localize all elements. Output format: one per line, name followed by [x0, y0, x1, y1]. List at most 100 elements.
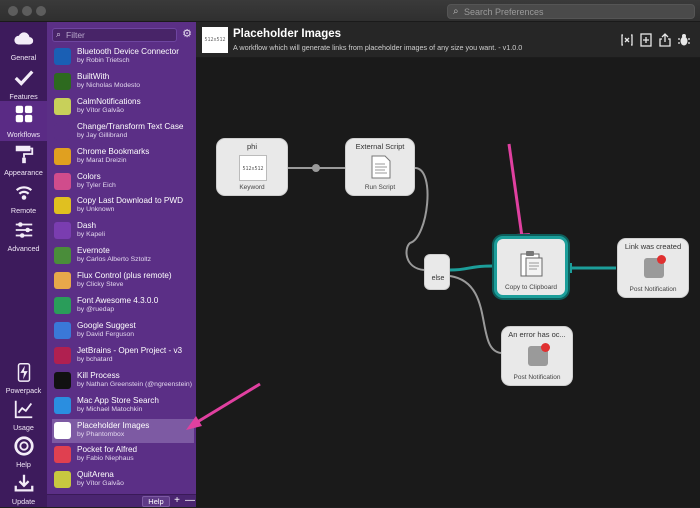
connection-dot[interactable]: [312, 164, 320, 172]
workflow-list-item[interactable]: CalmNotifications by Vítor Galvão: [52, 95, 194, 119]
gear-icon[interactable]: ⚙: [181, 28, 193, 40]
workflow-icon: [54, 222, 71, 240]
workflow-name: Change/Transform Text Case: [77, 121, 184, 131]
workflow-list-item[interactable]: Copy Last Download to PWD by Unknown: [52, 194, 194, 218]
workflow-author: by Michael Matochkin: [77, 405, 143, 413]
zoom-window-button[interactable]: [36, 6, 46, 16]
close-window-button[interactable]: [8, 6, 18, 16]
variables-icon[interactable]: [620, 33, 634, 47]
download-icon: [14, 474, 33, 492]
nav-appearance[interactable]: Appearance: [0, 141, 47, 179]
list-footer: Help + —: [47, 494, 196, 507]
minimize-window-button[interactable]: [22, 6, 32, 16]
workflow-name: Font Awesome 4.3.0.0: [77, 296, 159, 305]
copy-to-clipboard-node[interactable]: Copy to Clipboard: [494, 236, 568, 298]
lifebuoy-icon: [13, 436, 34, 456]
notification-error-node[interactable]: An error has oc... Post Notification: [501, 326, 573, 386]
workflow-list-item[interactable]: Pocket for Alfred by Fabio Niephaus: [52, 443, 194, 467]
notification-success-node[interactable]: Link was created Post Notification: [617, 238, 689, 298]
nav-usage[interactable]: Usage: [0, 396, 47, 434]
workflow-name: Evernote: [77, 246, 110, 256]
search-preferences-input[interactable]: [464, 5, 690, 18]
nav-advanced[interactable]: Advanced: [0, 217, 47, 255]
workflow-name: QuitArena: [77, 470, 114, 480]
clipboard-icon: [520, 251, 543, 277]
notification-success-type: Post Notification: [629, 286, 677, 293]
nav-features[interactable]: Features: [0, 65, 47, 103]
nav-help[interactable]: Help: [0, 433, 47, 471]
workflow-icon: [54, 48, 71, 65]
nav-remote[interactable]: Remote: [0, 179, 47, 217]
workflow-author: by Unknown: [77, 206, 115, 214]
help-button[interactable]: Help: [142, 496, 170, 507]
workflow-list-item[interactable]: QuitArena by Vítor Galvão: [52, 468, 194, 492]
workflow-name: CalmNotifications: [77, 96, 141, 106]
workflow-icon: [54, 396, 71, 414]
workflow-list-item[interactable]: Mac App Store Search by Michael Matochkin: [52, 394, 194, 418]
debug-bug-icon[interactable]: [677, 33, 691, 47]
workflow-name: Copy Last Download to PWD: [77, 196, 184, 206]
workflow-list-item[interactable]: Placeholder Images by Phantombox: [52, 418, 194, 443]
workflow-icon: [54, 97, 71, 115]
workflow-author: by Fabio Niephaus: [77, 455, 134, 463]
script-document-icon: [371, 155, 391, 179]
workflow-icon: [54, 197, 71, 215]
workflow-name: Mac App Store Search: [77, 395, 159, 405]
workflow-list-item[interactable]: Font Awesome 4.3.0.0 by @ruedap: [52, 294, 194, 318]
workflow-author: by Kapeli: [77, 231, 105, 239]
workflow-name: Placeholder Images: [77, 420, 150, 430]
workflow-list-item[interactable]: Bluetooth Device Connector by Robin Triet…: [52, 45, 194, 69]
add-workflow-button[interactable]: +: [171, 496, 183, 507]
remove-workflow-button[interactable]: —: [184, 496, 196, 507]
keyword-type: Keyword: [239, 184, 265, 191]
nav-label: Usage: [13, 423, 34, 432]
nav-label: Appearance: [4, 168, 43, 177]
grid-icon: [15, 105, 32, 123]
share-icon[interactable]: [658, 33, 672, 47]
workflow-list-item[interactable]: JetBrains - Open Project - v3 by bchatard: [52, 344, 194, 368]
nav-workflows[interactable]: Workflows: [0, 101, 47, 141]
copy-type: Copy to Clipboard: [504, 284, 558, 291]
workflow-list-item[interactable]: Kill Process by Nathan Greenstein (@ngree…: [52, 369, 194, 393]
workflow-name: Flux Control (plus remote): [77, 271, 172, 281]
workflow-list-panel: ⌕ ⚙ Bluetooth Device Connectorby Robin T…: [47, 22, 196, 507]
search-preferences-field[interactable]: ⌕: [447, 4, 695, 19]
nav-update[interactable]: Update: [0, 470, 47, 508]
workflow-list-item[interactable]: Evernote by Carlos Alberto Sztoltz: [52, 244, 194, 268]
run-script-node[interactable]: External Script Run Script: [345, 138, 415, 196]
workflow-author: by Jay Gillibrand: [77, 131, 128, 139]
workflow-list-item[interactable]: Colors by Tyler Eich: [52, 170, 194, 194]
else-label: else: [431, 275, 445, 282]
nav-label: Remote: [10, 206, 37, 215]
workflow-author: by Nicholas Modesto: [77, 81, 141, 89]
workflow-list-item[interactable]: Dash by Kapeli: [52, 219, 194, 243]
workflow-list-item[interactable]: BuiltWith by Nicholas Modesto: [52, 70, 194, 94]
keyword-node[interactable]: phi 512x512 Keyword: [216, 138, 288, 196]
workflow-list-item[interactable]: Flux Control (plus remote) by Clicky Stev…: [52, 269, 194, 293]
workflow-list-item[interactable]: Chrome Bookmarks by Marat Dreizin: [52, 145, 194, 169]
add-object-icon[interactable]: [639, 33, 653, 47]
workflow-name: Dash: [77, 221, 97, 231]
workflow-icon[interactable]: 512x512: [202, 27, 228, 53]
workflow-name: JetBrains - Open Project - v3: [77, 345, 183, 355]
workflow-icon: [54, 72, 71, 90]
workflow-icon: [54, 321, 71, 339]
else-node[interactable]: else: [424, 254, 450, 290]
workflow-author: by Carlos Alberto Sztoltz: [77, 256, 152, 264]
nav-general[interactable]: General: [0, 26, 47, 64]
workflow-icon: [54, 147, 71, 165]
nav-powerpack[interactable]: Powerpack: [0, 359, 47, 397]
filter-input[interactable]: [66, 29, 174, 41]
workflow-icon: [54, 247, 71, 265]
workflow-header: 512x512 Placeholder Images A workflow wh…: [196, 22, 700, 58]
workflow-icon: [54, 272, 71, 290]
workflow-list-item[interactable]: Change/Transform Text Case by Jay Gillibr…: [52, 120, 194, 144]
workflow-name: BuiltWith: [77, 71, 110, 81]
workflow-icon: [54, 421, 71, 439]
workflow-list-item[interactable]: Google Suggest by David Ferguson: [52, 319, 194, 343]
paint-roller-icon: [15, 145, 33, 164]
workflow-name: Bluetooth Device Connector: [77, 47, 179, 56]
connection-else-copy[interactable]: [449, 264, 495, 272]
filter-field[interactable]: ⌕: [52, 28, 177, 42]
workflow-canvas[interactable]: phi 512x512 Keyword External Script Run …: [196, 58, 700, 507]
